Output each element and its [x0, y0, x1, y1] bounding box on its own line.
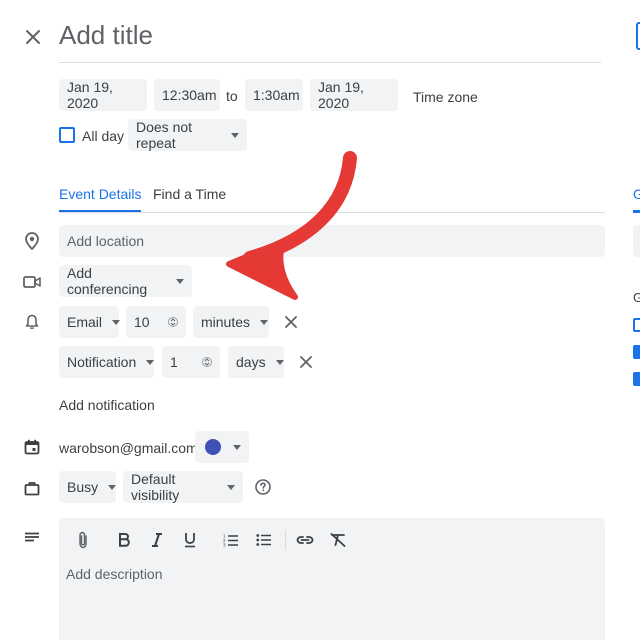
calendar-owner-label: warobson@gmail.com	[59, 440, 198, 456]
calendar-color-dropdown[interactable]	[195, 431, 249, 463]
add-conferencing-dropdown[interactable]: Add conferencing	[59, 265, 192, 297]
clear-formatting-icon[interactable]	[328, 530, 348, 550]
notification-value-stepper[interactable]: 1	[162, 346, 220, 378]
description-icon	[22, 530, 42, 546]
location-placeholder: Add location	[67, 233, 145, 249]
notification-value-stepper[interactable]: 10	[126, 306, 186, 338]
stepper-arrows-icon	[202, 357, 212, 367]
notification-method-dropdown[interactable]: Email	[59, 306, 121, 338]
repeat-dropdown[interactable]: Does not repeat	[128, 119, 247, 151]
visibility-label: Default visibility	[131, 471, 180, 503]
remove-notification-icon[interactable]	[282, 313, 300, 331]
location-input[interactable]: Add location	[59, 225, 605, 257]
all-day-label: All day	[82, 128, 125, 144]
close-icon[interactable]	[22, 26, 44, 48]
svg-text:3: 3	[223, 543, 226, 548]
notification-value: 1	[170, 354, 178, 370]
right-panel-tab-label[interactable]: G	[633, 186, 640, 202]
tabs-divider	[59, 212, 605, 213]
link-icon[interactable]	[295, 530, 315, 550]
numbered-list-icon[interactable]: 123	[221, 530, 241, 550]
chevron-down-icon	[227, 484, 235, 490]
right-panel-checkbox[interactable]	[633, 372, 640, 386]
underline-icon[interactable]	[180, 530, 200, 550]
repeat-label: Does not repeat	[136, 119, 193, 151]
title-placeholder: Add title	[59, 20, 153, 50]
video-camera-icon	[22, 272, 42, 292]
chevron-down-icon	[108, 484, 117, 490]
location-pin-icon	[22, 231, 42, 251]
add-conferencing-label: Add conferencing	[67, 265, 148, 297]
notification-unit-dropdown[interactable]: days	[228, 346, 284, 378]
bold-icon[interactable]	[114, 530, 134, 550]
notification-value: 10	[134, 314, 150, 330]
chevron-down-icon	[146, 359, 155, 365]
notification-unit-dropdown[interactable]: minutes	[193, 306, 269, 338]
right-panel-checkbox[interactable]	[633, 345, 640, 359]
availability-dropdown[interactable]: Busy	[59, 471, 117, 503]
notification-method-dropdown[interactable]: Notification	[59, 346, 155, 378]
right-panel-input[interactable]	[633, 225, 640, 257]
remove-notification-icon[interactable]	[297, 353, 315, 371]
tab-event-details[interactable]: Event Details	[59, 186, 142, 213]
bell-icon	[22, 312, 42, 332]
notification-unit-label: minutes	[201, 314, 251, 330]
briefcase-icon	[22, 478, 42, 498]
chevron-down-icon	[176, 278, 184, 284]
end-time-button[interactable]: 1:30am	[245, 79, 303, 111]
to-label: to	[226, 88, 238, 104]
visibility-dropdown[interactable]: Default visibility	[123, 471, 243, 503]
end-date-button[interactable]: Jan 19, 2020	[310, 79, 398, 111]
bulleted-list-icon[interactable]	[254, 530, 274, 550]
chevron-down-icon	[231, 132, 239, 138]
end-time-label: 1:30am	[253, 87, 300, 103]
tab-event-details-label: Event Details	[59, 186, 142, 202]
start-time-label: 12:30am	[162, 87, 217, 103]
toolbar-divider	[285, 530, 286, 550]
chevron-down-icon	[275, 359, 284, 365]
color-swatch	[205, 439, 221, 455]
help-icon[interactable]	[254, 478, 272, 496]
right-panel-edge-button[interactable]	[636, 22, 640, 50]
chevron-down-icon	[260, 319, 269, 325]
timezone-link[interactable]: Time zone	[413, 89, 478, 105]
right-panel-tab-underline	[633, 210, 640, 213]
notification-method-label: Notification	[67, 354, 137, 370]
tab-find-a-time[interactable]: Find a Time	[153, 186, 226, 204]
chevron-down-icon	[112, 319, 121, 325]
all-day-checkbox[interactable]	[59, 127, 75, 143]
tab-find-a-time-label: Find a Time	[153, 186, 227, 202]
start-date-button[interactable]: Jan 19, 2020	[59, 79, 147, 111]
stepper-arrows-icon	[168, 317, 178, 327]
start-date-label: Jan 19, 2020	[67, 79, 113, 111]
add-notification-link[interactable]: Add notification	[59, 397, 155, 413]
calendar-icon	[22, 437, 42, 457]
right-panel-checkbox[interactable]	[633, 318, 640, 332]
attachment-icon[interactable]	[73, 530, 93, 550]
right-panel-section-label: G	[633, 290, 640, 305]
start-time-button[interactable]: 12:30am	[154, 79, 220, 111]
notification-unit-label: days	[236, 354, 266, 370]
notification-method-label: Email	[67, 314, 103, 330]
chevron-down-icon	[233, 444, 241, 450]
title-input[interactable]: Add title	[59, 18, 601, 63]
end-date-label: Jan 19, 2020	[318, 79, 364, 111]
availability-label: Busy	[67, 479, 99, 495]
description-placeholder: Add description	[66, 566, 163, 582]
italic-icon[interactable]	[147, 530, 167, 550]
